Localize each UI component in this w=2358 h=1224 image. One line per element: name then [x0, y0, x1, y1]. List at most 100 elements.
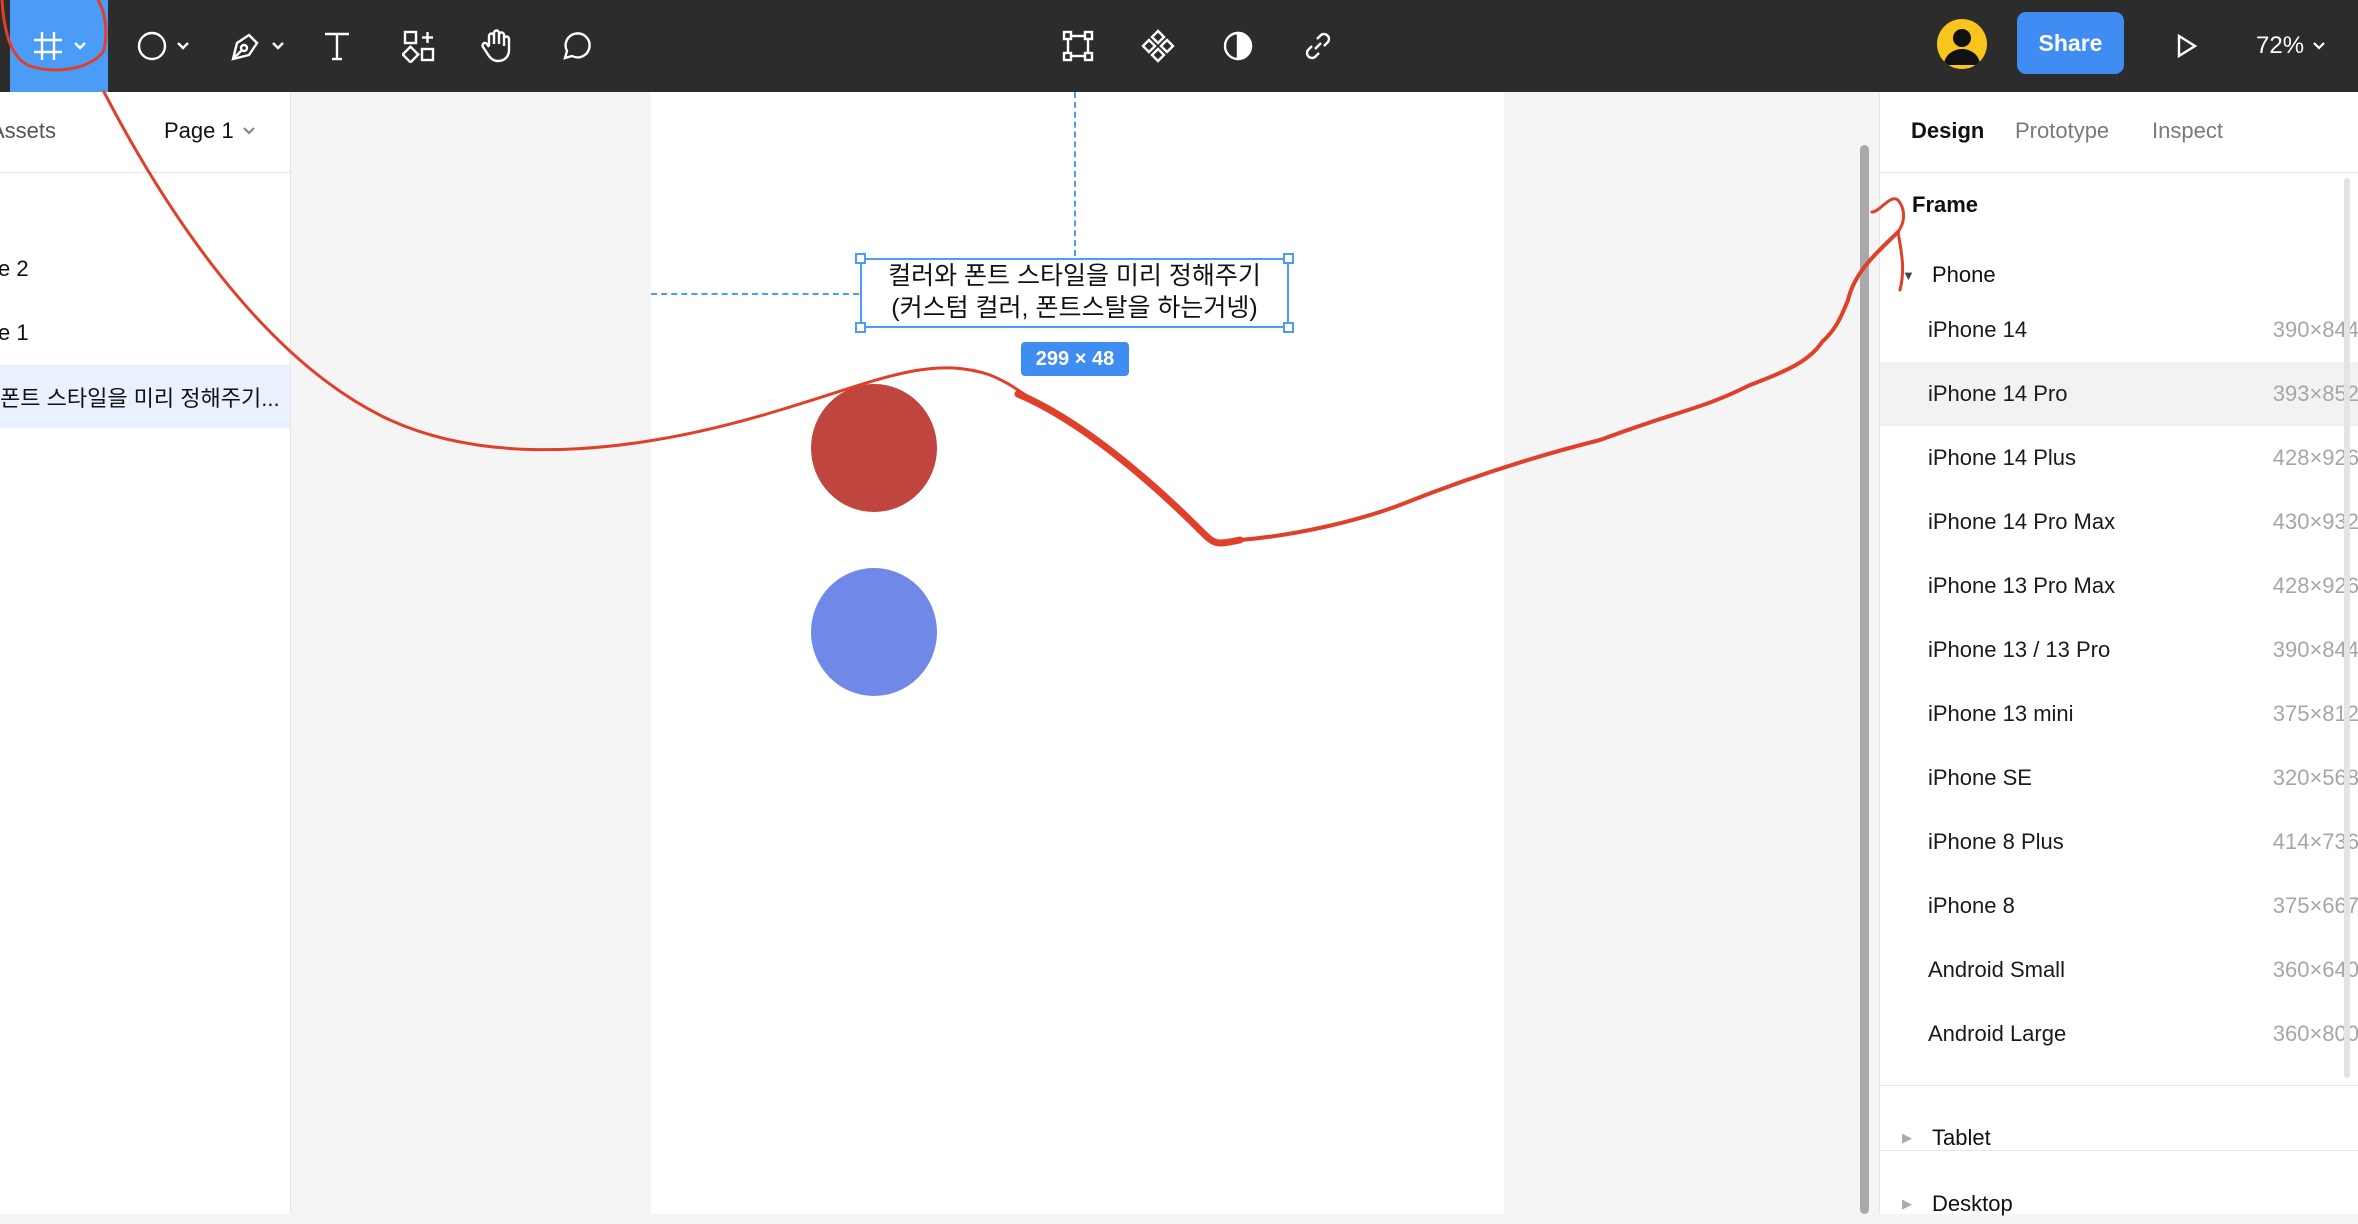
blue-circle[interactable]	[811, 568, 937, 696]
hand-tool-button[interactable]	[472, 0, 522, 92]
pen-tool-button[interactable]	[222, 0, 292, 92]
text-tool-button[interactable]	[312, 0, 362, 92]
device-name: iPhone 14 Pro Max	[1928, 509, 2116, 534]
chevron-down-icon	[272, 42, 284, 50]
user-icon	[1944, 29, 1980, 65]
component-button[interactable]	[1132, 0, 1184, 92]
right-panel-tabs: Design Prototype Inspect	[1880, 92, 2358, 173]
chevron-down-icon	[74, 42, 86, 50]
page-selector-label: Page 1	[164, 118, 234, 143]
device-name: iPhone 14 Plus	[1928, 445, 2076, 470]
tab-inspect[interactable]: Inspect	[2152, 118, 2223, 144]
tab-design[interactable]: Design	[1911, 118, 1984, 144]
link-button[interactable]	[1292, 0, 1344, 92]
caret-right-icon: ▶	[1902, 1130, 1912, 1145]
section-title: Frame	[1912, 192, 1979, 217]
device-preset-item[interactable]: iPhone 14 Plus 428×926	[1880, 426, 2358, 490]
layer-label: e 2	[0, 255, 29, 281]
text-icon	[325, 32, 349, 61]
component-icon	[1141, 29, 1175, 63]
category-label: Tablet	[1932, 1125, 1991, 1150]
device-preset-item[interactable]: iPhone SE 320×568	[1880, 746, 2358, 810]
zoom-dropdown[interactable]: 72%	[2256, 0, 2326, 92]
chevron-down-icon	[2313, 42, 2325, 50]
present-button[interactable]	[2164, 0, 2208, 92]
tab-prototype[interactable]: Prototype	[2015, 118, 2109, 144]
caret-down-icon: ▼	[1902, 267, 1915, 283]
components-icon	[402, 30, 435, 63]
category-phone[interactable]: ▼ Phone	[1880, 255, 2358, 295]
avatar[interactable]	[1937, 19, 1987, 69]
resize-handle[interactable]	[1283, 253, 1294, 264]
device-name: iPhone 13 mini	[1928, 701, 2074, 726]
device-name: Android Small	[1928, 957, 2065, 982]
hand-icon	[481, 29, 511, 63]
text-line-1: 컬러와 폰트 스타일을 미리 정해주기	[888, 262, 1261, 290]
selected-text-layer[interactable]: 컬러와 폰트 스타일을 미리 정해주기 (커스텀 컬러, 폰트스탈을 하는거넹)	[860, 258, 1289, 328]
transform-icon	[1062, 30, 1094, 62]
page-selector[interactable]: Page 1	[164, 118, 256, 144]
top-toolbar: Share 72%	[0, 0, 2358, 92]
device-name: iPhone 14 Pro	[1928, 381, 2068, 406]
chevron-down-icon	[177, 42, 189, 50]
zoom-label: 72%	[2256, 32, 2305, 59]
contrast-icon	[1223, 31, 1253, 61]
red-circle[interactable]	[811, 384, 937, 512]
resize-handle[interactable]	[855, 322, 866, 333]
caret-right-icon: ▶	[1902, 1196, 1912, 1211]
contrast-button[interactable]	[1212, 0, 1264, 92]
pen-icon	[231, 33, 259, 61]
share-button[interactable]: Share	[2017, 12, 2124, 74]
divider	[1880, 1085, 2358, 1086]
device-preset-item[interactable]: iPhone 13 / 13 Pro 390×844	[1880, 618, 2358, 682]
tab-assets[interactable]: Assets	[0, 118, 56, 144]
layer-item[interactable]: e 2	[0, 237, 290, 300]
left-panel-tabs: Assets Page 1	[0, 92, 290, 173]
device-name: iPhone SE	[1928, 765, 2032, 790]
device-name: iPhone 8	[1928, 893, 2015, 918]
device-preset-item[interactable]: iPhone 13 Pro Max 428×926	[1880, 554, 2358, 618]
resources-tool-button[interactable]	[394, 0, 444, 92]
device-preset-item[interactable]: iPhone 8 375×667	[1880, 874, 2358, 938]
device-name: iPhone 14	[1928, 317, 2028, 342]
device-preset-item[interactable]: iPhone 8 Plus 414×736	[1880, 810, 2358, 874]
hash-frame-icon	[34, 32, 62, 60]
layer-item-selected[interactable]: 폰트 스타일을 미리 정해주기...	[0, 365, 290, 428]
divider	[1880, 1150, 2358, 1151]
category-tablet[interactable]: ▶ Tablet	[1880, 1118, 2358, 1158]
layer-label: 폰트 스타일을 미리 정해주기...	[0, 385, 280, 411]
resize-handle[interactable]	[855, 253, 866, 264]
comment-icon	[563, 32, 591, 60]
category-label: Phone	[1932, 262, 1996, 287]
device-preset-item[interactable]: iPhone 13 mini 375×812	[1880, 682, 2358, 746]
ellipse-icon	[137, 31, 167, 61]
chevron-down-icon	[242, 127, 255, 135]
spacing-guide-vertical	[1074, 92, 1076, 256]
canvas-scrollbar[interactable]	[1860, 145, 1869, 1214]
device-name: iPhone 13 / 13 Pro	[1928, 637, 2111, 662]
right-panel: Design Prototype Inspect Frame ▼ Phone i…	[1879, 92, 2358, 1216]
layer-label: e 1	[0, 319, 29, 345]
device-name: Android Large	[1928, 1021, 2067, 1046]
resize-handle[interactable]	[1283, 322, 1294, 333]
left-panel: Assets Page 1 e 2 e 1 폰트 스타일을 미리 정해주기...	[0, 92, 291, 1214]
spacing-guide-horizontal	[651, 293, 859, 295]
device-name: iPhone 13 Pro Max	[1928, 573, 2116, 598]
device-preset-item[interactable]: Android Large 360×800	[1880, 1002, 2358, 1066]
layer-item[interactable]: e 1	[0, 301, 290, 364]
frame-tool-button[interactable]	[10, 0, 108, 92]
shape-tool-button[interactable]	[128, 0, 198, 92]
text-line-2: (커스텀 컬러, 폰트스탈을 하는거넹)	[891, 294, 1258, 322]
comment-tool-button[interactable]	[551, 0, 601, 92]
device-name: iPhone 8 Plus	[1928, 829, 2064, 854]
category-desktop[interactable]: ▶ Desktop	[1880, 1184, 2358, 1224]
device-preset-item[interactable]: iPhone 14 390×844	[1880, 298, 2358, 362]
right-panel-scrollbar[interactable]	[2344, 178, 2350, 1078]
device-preset-item[interactable]: Android Small 360×640	[1880, 938, 2358, 1002]
play-icon	[2177, 33, 2198, 59]
transform-button[interactable]	[1052, 0, 1104, 92]
device-preset-item[interactable]: iPhone 14 Pro 393×852	[1880, 362, 2358, 426]
link-icon	[1305, 32, 1331, 60]
category-label: Desktop	[1932, 1191, 2013, 1216]
device-preset-item[interactable]: iPhone 14 Pro Max 430×932	[1880, 490, 2358, 554]
